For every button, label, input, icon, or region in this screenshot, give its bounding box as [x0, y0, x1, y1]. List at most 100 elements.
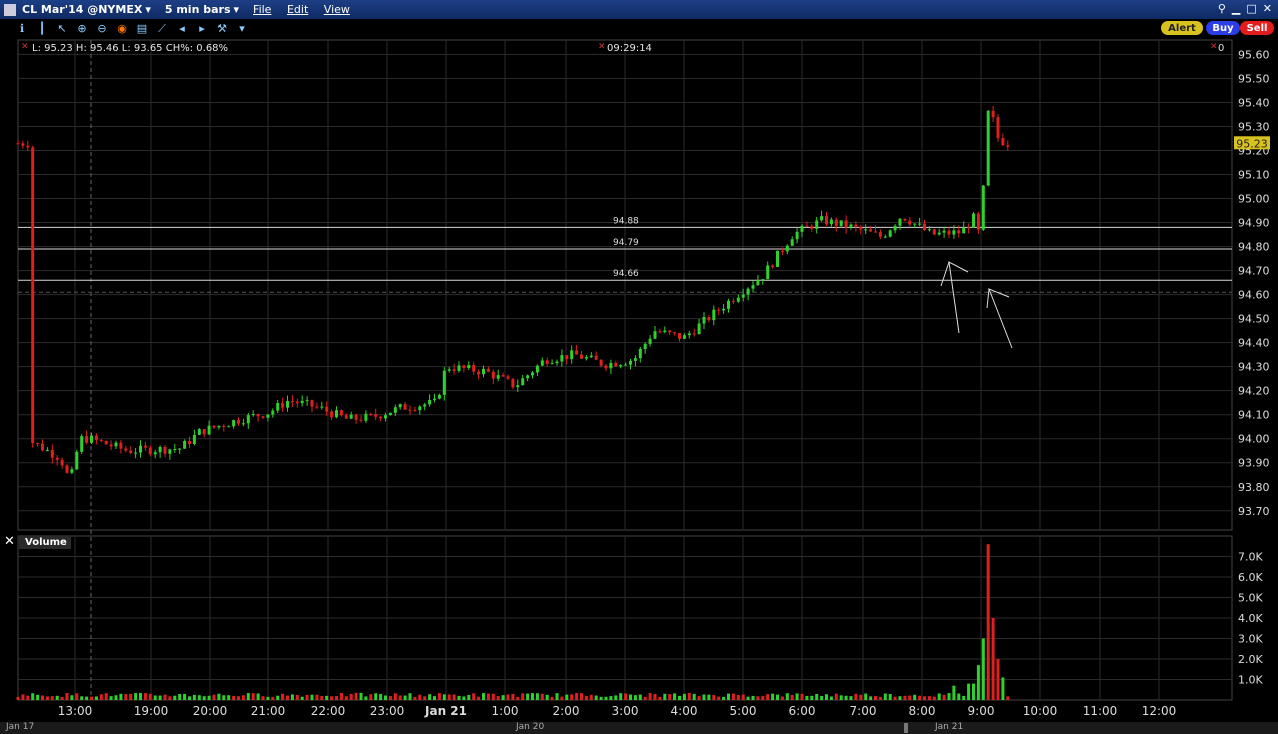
candle-down — [31, 147, 35, 444]
volume-bar — [320, 695, 324, 700]
candle-up — [173, 449, 177, 451]
candle-up — [197, 429, 201, 435]
candle-down — [109, 444, 113, 447]
candle-up — [751, 285, 755, 289]
candle-up — [849, 224, 853, 228]
price-tick-label: 94.60 — [1238, 289, 1270, 302]
volume-bar — [119, 693, 123, 700]
ohlc-readout: L: 95.23 H: 95.46 L: 93.65 CH%: 0.68% — [32, 43, 229, 54]
candle-down — [580, 354, 583, 359]
volume-bar — [36, 694, 40, 700]
volume-bar — [638, 694, 642, 700]
last-price-label: 95.23 — [1236, 137, 1268, 150]
candle-down — [129, 450, 133, 454]
volume-bar — [820, 695, 824, 700]
candle-up — [643, 343, 647, 349]
candle-up — [183, 441, 187, 449]
close-clock-icon[interactable]: ✕ — [598, 42, 606, 52]
volume-bar — [594, 695, 598, 700]
volume-bar — [633, 695, 637, 700]
candle-up — [286, 401, 289, 408]
volume-bar — [761, 696, 765, 700]
candle-up — [80, 436, 84, 452]
volume-bar — [962, 695, 966, 700]
candle-up — [364, 413, 368, 421]
candle-up — [442, 370, 446, 395]
scroll-thumb[interactable] — [904, 723, 908, 733]
candle-down — [486, 368, 490, 372]
volume-bar — [114, 695, 118, 700]
candle-up — [839, 220, 843, 226]
candle-down — [575, 350, 579, 355]
candle-up — [898, 218, 902, 226]
volume-bar — [246, 693, 250, 700]
date-scroll-bar[interactable]: Jan 17 Jan 20 Jan 21 — [0, 722, 1278, 734]
candle-up — [393, 407, 397, 413]
volume-bar — [751, 695, 755, 700]
volume-bar — [624, 693, 628, 700]
candle-up — [609, 362, 613, 369]
volume-bar — [589, 694, 593, 700]
candle-down — [256, 414, 260, 417]
level-label: 94.88 — [613, 216, 639, 226]
candle-up — [629, 360, 632, 365]
candle-down — [85, 436, 89, 443]
candle-down — [991, 110, 995, 118]
volume-bar — [898, 696, 902, 700]
volume-bar — [188, 696, 191, 700]
candle-down — [707, 317, 711, 321]
volume-bar — [85, 696, 89, 700]
candle-down — [903, 218, 907, 221]
candle-down — [1001, 138, 1005, 146]
candle-down — [119, 442, 123, 449]
volume-bar — [923, 696, 926, 700]
candle-down — [957, 230, 961, 234]
volume-bar — [202, 696, 206, 700]
volume-bar — [315, 694, 319, 700]
volume-bar — [727, 693, 730, 700]
volume-bar — [281, 693, 285, 700]
price-volume-chart[interactable]: 95.6095.5095.4095.3095.2095.1095.0094.90… — [0, 0, 1278, 734]
volume-bar — [506, 694, 510, 700]
volume-bar — [482, 693, 485, 700]
volume-bar — [163, 694, 167, 700]
candle-down — [99, 439, 103, 441]
candle-up — [888, 230, 892, 237]
volume-bar — [232, 695, 236, 700]
volume-bar — [629, 694, 632, 700]
candle-down — [1006, 145, 1010, 147]
volume-bar — [403, 695, 407, 700]
volume-bar — [673, 693, 677, 700]
candle-down — [65, 465, 69, 473]
candle-down — [325, 406, 329, 412]
candle-down — [668, 330, 672, 333]
price-tick-label: 94.30 — [1238, 361, 1270, 374]
candle-down — [94, 435, 98, 440]
volume-bar — [908, 695, 912, 700]
close-indicator-icon[interactable]: ✕ — [21, 42, 29, 52]
candle-down — [290, 401, 294, 403]
close-badge-icon[interactable]: ✕ — [1210, 42, 1218, 52]
candle-up — [246, 415, 250, 424]
volume-bar — [741, 694, 745, 700]
volume-panel-label: Volume — [19, 536, 71, 549]
volume-bar — [731, 693, 735, 700]
candle-up — [756, 280, 760, 286]
close-volume-icon[interactable]: ✕ — [4, 534, 15, 549]
candle-down — [825, 216, 828, 225]
volume-bar — [124, 694, 128, 700]
volume-bar — [580, 693, 583, 700]
volume-bar — [570, 694, 574, 700]
volume-bar — [883, 693, 887, 700]
candle-up — [496, 375, 500, 379]
volume-bar — [790, 695, 794, 700]
candle-up — [550, 363, 554, 365]
candle-down — [36, 443, 40, 445]
volume-bar — [16, 696, 20, 700]
time-tick-label: 10:00 — [1023, 704, 1058, 718]
volume-bar — [947, 693, 951, 700]
candle-up — [521, 378, 525, 386]
price-tick-label: 93.80 — [1238, 481, 1270, 494]
volume-bar — [614, 695, 618, 700]
price-tick-label: 94.20 — [1238, 385, 1270, 398]
